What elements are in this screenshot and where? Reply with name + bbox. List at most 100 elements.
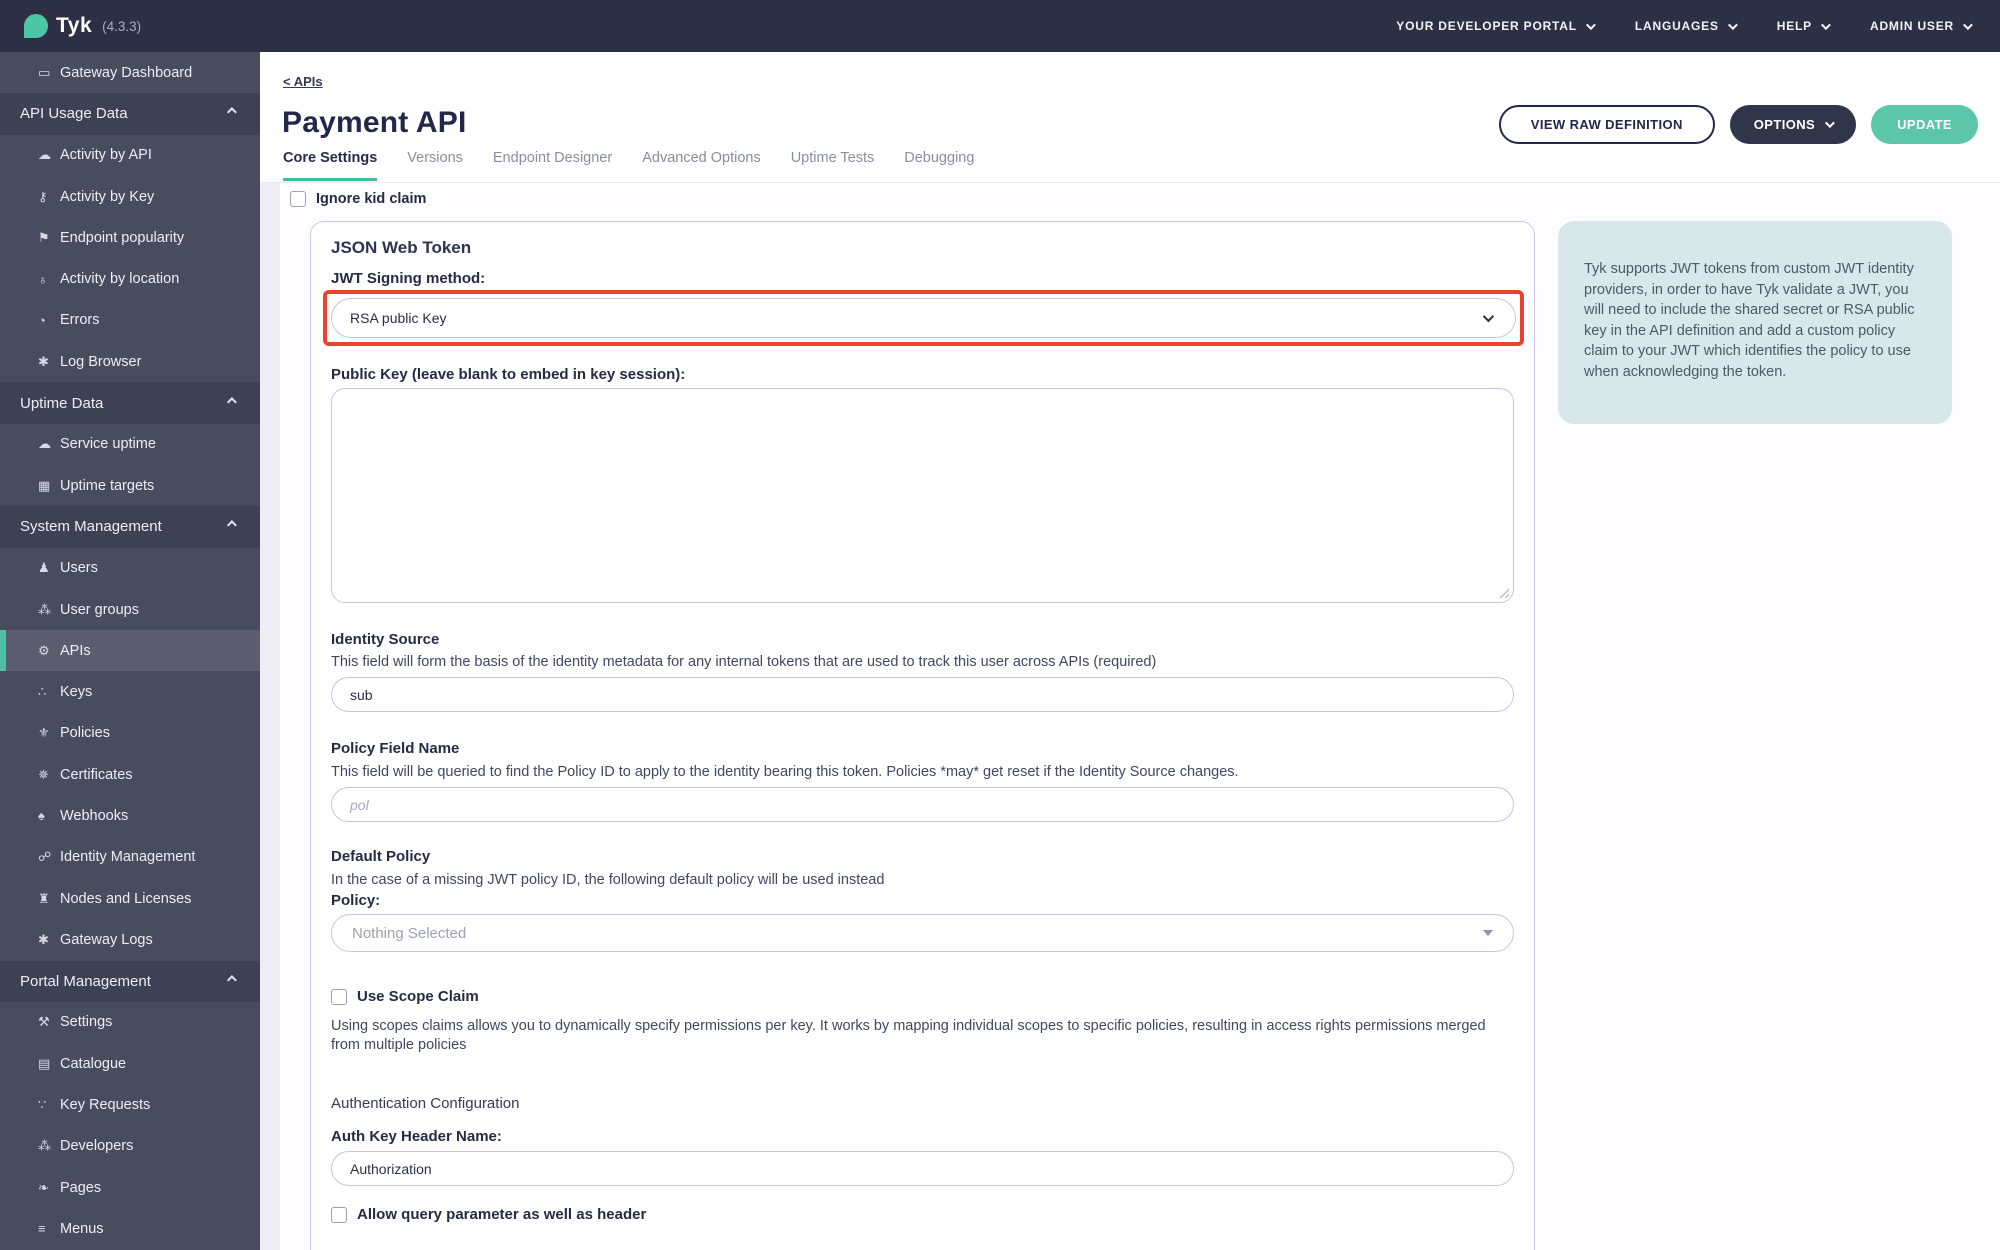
sidebar-section-system-management[interactable]: System Management <box>0 506 260 548</box>
sidebar-item-label: Catalogue <box>60 1055 127 1072</box>
sidebar-item-label: Gateway Logs <box>60 931 153 948</box>
sidebar-item-apis[interactable]: ⚙ APIs <box>0 630 260 672</box>
sidebar-item-keys[interactable]: ∴ Keys <box>0 671 260 713</box>
sidebar-item-activity-by-api[interactable]: ☁ Activity by API <box>0 134 260 176</box>
topbar-menu-label: YOUR DEVELOPER PORTAL <box>1396 19 1577 33</box>
allow-query-param-checkbox[interactable] <box>331 1206 347 1223</box>
sidebar-item-catalogue[interactable]: ▤ Catalogue <box>0 1043 260 1085</box>
sidebar-item-label: Uptime Data <box>20 394 104 412</box>
tab-uptime-tests[interactable]: Uptime Tests <box>791 150 875 181</box>
user-group-icon: ⁂ <box>38 1138 51 1154</box>
sidebar-item-service-uptime[interactable]: ☁ Service uptime <box>0 423 260 465</box>
sidebar-section-api-usage-data[interactable]: API Usage Data <box>0 93 260 135</box>
list-icon: ▤ <box>38 1055 51 1071</box>
highlight-red-box: RSA public Key <box>323 290 1524 346</box>
sidebar-item-nodes-and-licenses[interactable]: ♜ Nodes and Licenses <box>0 877 260 920</box>
sidebar-item-errors[interactable]: ◔ Errors <box>0 299 260 342</box>
tyk-logo[interactable]: Tyk (4.3.3) <box>24 14 141 38</box>
chevron-down-icon <box>1820 19 1831 30</box>
sidebar-item-certificates[interactable]: ✵ Certificates <box>0 754 260 796</box>
sidebar-item-label: Portal Management <box>20 972 151 990</box>
auth-config-heading: Authentication Configuration <box>331 1095 520 1112</box>
sidebar-section-portal-management[interactable]: Portal Management <box>0 960 260 1002</box>
tab-core-settings[interactable]: Core Settings <box>283 150 378 181</box>
sidebar-item-label: Log Browser <box>60 353 142 370</box>
sidebar-item-menus[interactable]: ≡ Menus <box>0 1208 260 1250</box>
logo-text: Tyk <box>56 14 93 37</box>
public-key-textarea[interactable] <box>331 388 1514 603</box>
tab-versions[interactable]: Versions <box>407 150 463 181</box>
identity-source-input[interactable] <box>331 677 1514 712</box>
sidebar-item-label: Certificates <box>60 766 133 783</box>
sidebar-item-gateway-logs[interactable]: ✱ Gateway Logs <box>0 919 260 961</box>
sidebar-item-label: Activity by location <box>60 271 180 288</box>
sidebar-item-users[interactable]: ♟ Users <box>0 547 260 589</box>
globe-icon: ♁ <box>38 271 48 287</box>
tab-advanced-options[interactable]: Advanced Options <box>642 150 761 181</box>
topbar-menu-admin-user[interactable]: ADMIN USER <box>1870 19 1973 33</box>
sidebar-item-uptime-targets[interactable]: ▦ Uptime targets <box>0 464 260 507</box>
sidebar-item-label: Webhooks <box>60 807 129 824</box>
sidebar-item-identity-management[interactable]: ☍ Identity Management <box>0 836 260 878</box>
topbar-menu-your-developer-portal[interactable]: YOUR DEVELOPER PORTAL <box>1396 19 1596 33</box>
identity-source-help: This field will form the basis of the id… <box>331 654 1157 670</box>
ignore-kid-claim-checkbox[interactable] <box>290 191 306 207</box>
bank-icon: ♜ <box>38 890 50 906</box>
sidebar-item-label: Policies <box>60 725 110 742</box>
certificate-icon: ✵ <box>38 766 49 782</box>
sidebar-item-gateway-dashboard[interactable]: ▭ Gateway Dashboard <box>0 52 260 94</box>
tab-debugging[interactable]: Debugging <box>904 150 974 181</box>
error-circle-icon: ◔ <box>38 312 46 328</box>
sidebar-item-developers[interactable]: ⁂ Developers <box>0 1125 260 1168</box>
grid-icon: ▦ <box>38 477 51 493</box>
default-policy-label: Default Policy <box>331 848 431 865</box>
sidebar-section-uptime-data[interactable]: Uptime Data <box>0 382 260 424</box>
topbar-menu-languages[interactable]: LANGUAGES <box>1635 19 1738 33</box>
options-button[interactable]: OPTIONS <box>1729 105 1857 144</box>
use-scope-claim-checkbox[interactable] <box>331 988 347 1005</box>
policy-field-name-input[interactable] <box>331 787 1514 822</box>
sidebar-item-label: Menus <box>60 1220 104 1237</box>
version-label: (4.3.3) <box>102 18 142 34</box>
chevron-down-icon <box>1962 19 1973 30</box>
jwt-info-text: Tyk supports JWT tokens from custom JWT … <box>1584 261 1915 380</box>
cloud-icon: ☁ <box>38 147 51 163</box>
sidebar-item-label: System Management <box>20 518 162 536</box>
tab-bar: Core Settings Versions Endpoint Designer Ad… <box>283 150 974 181</box>
view-raw-definition-button[interactable]: VIEW RAW DEFINITION <box>1498 105 1715 144</box>
tab-endpoint-designer[interactable]: Endpoint Designer <box>493 150 612 181</box>
allow-query-param-row: Allow query parameter as well as header <box>331 1206 1514 1223</box>
sidebar-item-label: Activity by Key <box>60 188 155 205</box>
chevron-up-icon <box>226 520 237 531</box>
caret-down-icon <box>1483 930 1493 936</box>
cloud-icon: ☁ <box>38 436 51 452</box>
jwt-signing-method-dropdown[interactable]: RSA public Key <box>331 298 1516 338</box>
bug-icon: ✱ <box>38 931 49 947</box>
policy-label: Policy: <box>331 892 381 909</box>
sidebar-item-label: Errors <box>60 312 100 329</box>
breadcrumb-apis-link[interactable]: < APIs <box>283 74 323 89</box>
sidebar-item-endpoint-popularity[interactable]: ⚑ Endpoint popularity <box>0 217 260 259</box>
sidebar-item-pages[interactable]: ❧ Pages <box>0 1167 260 1209</box>
sidebar-item-settings[interactable]: ⚒ Settings <box>0 1001 260 1044</box>
identity-source-label: Identity Source <box>331 631 440 648</box>
bell-icon: ♠ <box>38 808 45 824</box>
sidebar-item-policies[interactable]: ⚜ Policies <box>0 712 260 755</box>
use-scope-claim-help: Using scopes claims allows you to dynami… <box>331 1018 1486 1053</box>
topbar-menu-help[interactable]: HELP <box>1776 19 1831 33</box>
identity-icon: ☍ <box>38 849 52 865</box>
update-button[interactable]: UPDATE <box>1871 105 1978 144</box>
sidebar-item-activity-by-location[interactable]: ♁ Activity by location <box>0 258 260 300</box>
sidebar-item-user-groups[interactable]: ⁂ User groups <box>0 588 260 631</box>
chevron-down-icon <box>1727 19 1738 30</box>
topbar-menu-label: HELP <box>1776 19 1812 33</box>
auth-key-header-input[interactable] <box>331 1151 1514 1186</box>
leaf-icon: ❧ <box>38 1179 49 1195</box>
sidebar-item-log-browser[interactable]: ✱ Log Browser <box>0 341 260 383</box>
sidebar-item-activity-by-key[interactable]: ⚷ Activity by Key <box>0 175 260 218</box>
sidebar-item-key-requests[interactable]: ∵ Key Requests <box>0 1084 260 1126</box>
monitor-icon: ▭ <box>38 64 51 80</box>
sidebar-item-webhooks[interactable]: ♠ Webhooks <box>0 795 260 837</box>
policy-select-value: Nothing Selected <box>352 924 467 942</box>
policy-select[interactable]: Nothing Selected <box>331 914 1514 952</box>
